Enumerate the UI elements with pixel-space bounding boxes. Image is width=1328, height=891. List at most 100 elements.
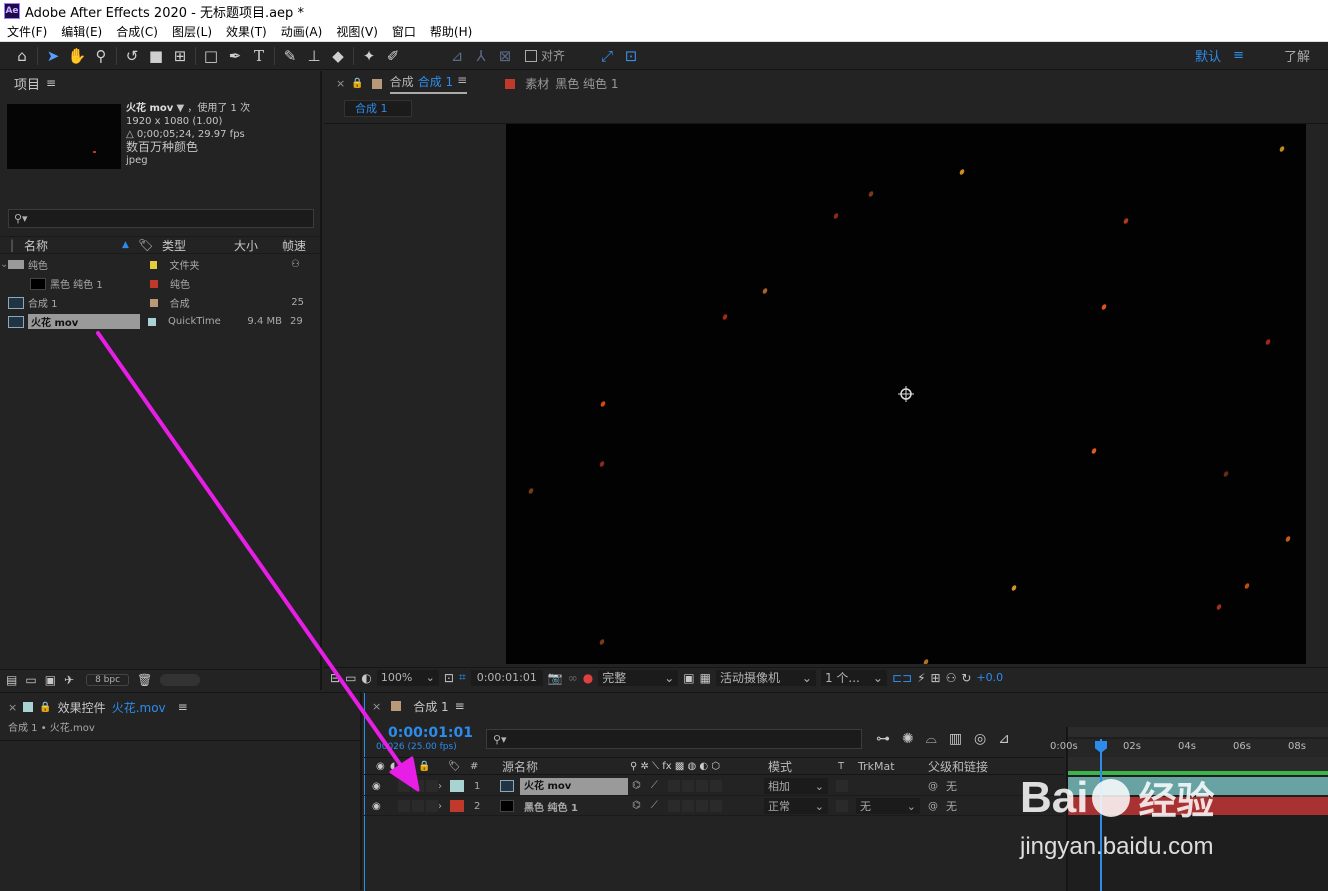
project-search-input[interactable]: ⚲▾ — [8, 209, 314, 228]
snap-checkbox[interactable] — [525, 49, 537, 62]
flowchart-icon[interactable]: ⚇ — [946, 671, 957, 685]
layer-name[interactable]: 火花 mov — [520, 777, 628, 795]
current-time-field[interactable]: 0:00:01:01 — [470, 669, 543, 686]
preserve-transparency-box[interactable] — [836, 780, 848, 792]
interpret-footage-icon[interactable]: ▤ — [6, 673, 17, 687]
view-axis-icon[interactable]: ⊠ — [493, 45, 517, 67]
layer-switch-boxes[interactable] — [398, 800, 438, 812]
layer-switches[interactable]: ⌬ ⟋ — [628, 800, 764, 812]
snapshot-icon[interactable]: 📷 — [548, 671, 563, 685]
bit-depth-button[interactable]: 8 bpc — [86, 673, 130, 686]
current-time-indicator[interactable] — [1100, 739, 1102, 891]
label-column-icon[interactable]: 🏷 — [448, 761, 470, 772]
label-swatch[interactable] — [149, 298, 158, 307]
label-swatch[interactable] — [149, 260, 158, 269]
toggle-pixel-aspect-icon[interactable]: ⊏⊐ — [892, 671, 912, 685]
frame-blending-icon[interactable]: ▥ — [949, 731, 962, 747]
tab-footage[interactable]: 素材 黑色 纯色 1 — [525, 75, 618, 92]
views-dropdown[interactable]: 1 个... ⌄ — [820, 669, 887, 686]
timeline-icon[interactable]: ⊞ — [931, 671, 941, 685]
snap-toggle[interactable]: 对齐 — [525, 47, 565, 64]
pickwhip-icon[interactable]: @ — [928, 801, 946, 812]
project-item[interactable]: ⌄ 纯色 文件夹 ⚇ — [0, 255, 304, 274]
video-visibility-icon[interactable]: ◉ — [376, 761, 390, 772]
comp-breadcrumb[interactable]: 合成 1 — [344, 100, 412, 117]
mask-visibility-icon[interactable]: ◐ — [361, 671, 371, 685]
layer-label-swatch[interactable] — [450, 780, 464, 792]
audio-icon[interactable]: ◖ — [390, 761, 404, 772]
solo-icon[interactable]: ● — [404, 761, 418, 772]
rgb-channel-icon[interactable]: ● — [583, 671, 593, 685]
panel-menu-icon[interactable]: ≡ — [178, 700, 188, 714]
snap-features-icon[interactable]: ⊡ — [619, 45, 643, 67]
project-settings-icon[interactable]: ✈ — [64, 673, 74, 687]
project-tab[interactable]: 项目 ≡ — [0, 71, 320, 95]
roto-brush-icon[interactable]: ✦ — [357, 45, 381, 67]
camera-dropdown[interactable]: 活动摄像机 ⌄ — [715, 669, 816, 686]
graph-editor-icon[interactable]: ⊿ — [998, 731, 1010, 747]
close-tab-icon[interactable]: × — [336, 77, 345, 90]
draft-3d-icon[interactable]: ✺ — [902, 731, 914, 747]
switches-column-icons[interactable]: ⚲ ✲ ⟍ fx ▩ ◍ ◐ ⬡ — [630, 761, 768, 772]
panel-menu-icon[interactable]: ≡ — [46, 76, 56, 90]
column-mode[interactable]: 模式 — [768, 758, 838, 775]
column-fps[interactable]: 帧速 — [282, 237, 306, 254]
menu-animation[interactable]: 动画(A) — [274, 23, 330, 40]
transparency-toggle-icon[interactable]: ▦ — [700, 671, 711, 685]
zoom-icon[interactable]: ⚲ — [89, 45, 113, 67]
chevron-right-icon[interactable]: › — [438, 781, 450, 792]
workspace-learn[interactable]: 了解 — [1284, 46, 1310, 65]
layer-bar-1[interactable] — [1068, 777, 1328, 795]
project-item[interactable]: 合成 1 合成 25 — [0, 293, 304, 312]
trkmat-dropdown[interactable]: 无 ⌄ — [856, 798, 920, 814]
column-type[interactable]: 类型 — [162, 237, 234, 254]
column-trkmat[interactable]: TrkMat — [858, 760, 928, 773]
layer-name[interactable]: 黑色 纯色 1 — [520, 799, 628, 814]
layer-bar-2[interactable] — [1068, 797, 1328, 815]
workspace-default[interactable]: 默认 — [1195, 46, 1221, 65]
composition-canvas[interactable] — [506, 124, 1306, 664]
close-tab-icon[interactable]: × — [8, 701, 17, 714]
lock-icon[interactable]: 🔒 — [39, 702, 51, 713]
snap-edges-icon[interactable]: ⤢ — [595, 45, 619, 67]
label-swatch[interactable] — [150, 279, 158, 288]
timeline-search-input[interactable]: ⚲▾ — [486, 729, 862, 749]
world-axis-icon[interactable]: ⅄ — [469, 45, 493, 67]
pan-behind-icon[interactable]: ⊞ — [168, 45, 192, 67]
zoom-dropdown[interactable]: 100% ⌄ — [376, 669, 439, 686]
chevron-down-icon[interactable]: ⌄ — [0, 259, 8, 270]
menu-layer[interactable]: 图层(L) — [165, 23, 219, 40]
trash-icon[interactable]: 🗑 — [137, 673, 152, 687]
fast-previews-icon[interactable]: ⚡ — [917, 671, 925, 685]
column-t[interactable]: T — [838, 761, 858, 772]
work-area-bar[interactable] — [1068, 727, 1328, 737]
rotate-icon[interactable]: ↺ — [120, 45, 144, 67]
layer-switches[interactable]: ⌬ ⟋ — [628, 780, 764, 792]
hand-icon[interactable]: ✋ — [65, 45, 89, 67]
layer-row[interactable]: ◉ › 1 火花 mov ⌬ ⟋ 相加 ⌄ @ 无 — [364, 777, 1064, 796]
footage-dropdown-icon[interactable]: ▼ — [176, 103, 184, 114]
layer-row[interactable]: ◉ › 2 黑色 纯色 1 ⌬ ⟋ 正常 ⌄ 无 ⌄ @ 无 — [364, 797, 1064, 816]
menu-file[interactable]: 文件(F) — [0, 23, 54, 40]
parent-dropdown[interactable]: 无 — [946, 798, 957, 814]
puppet-pin-icon[interactable]: ✐ — [381, 45, 405, 67]
target-region-icon[interactable]: ▣ — [683, 671, 694, 685]
local-axis-icon[interactable]: ⊿ — [445, 45, 469, 67]
sort-ascending-icon[interactable]: ▲ — [122, 240, 138, 250]
parent-dropdown[interactable]: 无 — [946, 778, 957, 794]
chevron-right-icon[interactable]: › — [438, 801, 450, 812]
home-icon[interactable]: ⌂ — [10, 45, 34, 67]
eraser-icon[interactable]: ◆ — [326, 45, 350, 67]
comp-flowchart-icon[interactable]: ⊶ — [876, 731, 890, 747]
monitor-icon[interactable]: ▭ — [345, 671, 356, 685]
shy-layers-icon[interactable]: ⌓ — [926, 731, 937, 747]
show-snapshot-icon[interactable]: ∞ — [568, 671, 578, 685]
quality-dropdown[interactable]: 完整 ⌄ — [598, 669, 679, 686]
menu-effect[interactable]: 效果(T) — [219, 23, 274, 40]
exposure-value[interactable]: +0.0 — [976, 671, 1003, 684]
workspace-menu-icon[interactable]: ≡ — [1233, 48, 1244, 63]
blend-mode-dropdown[interactable]: 正常 ⌄ — [764, 798, 828, 814]
project-scroll-thumb[interactable] — [160, 673, 201, 686]
layer-switch-boxes[interactable] — [398, 780, 438, 792]
eye-icon[interactable]: ◉ — [372, 801, 398, 812]
